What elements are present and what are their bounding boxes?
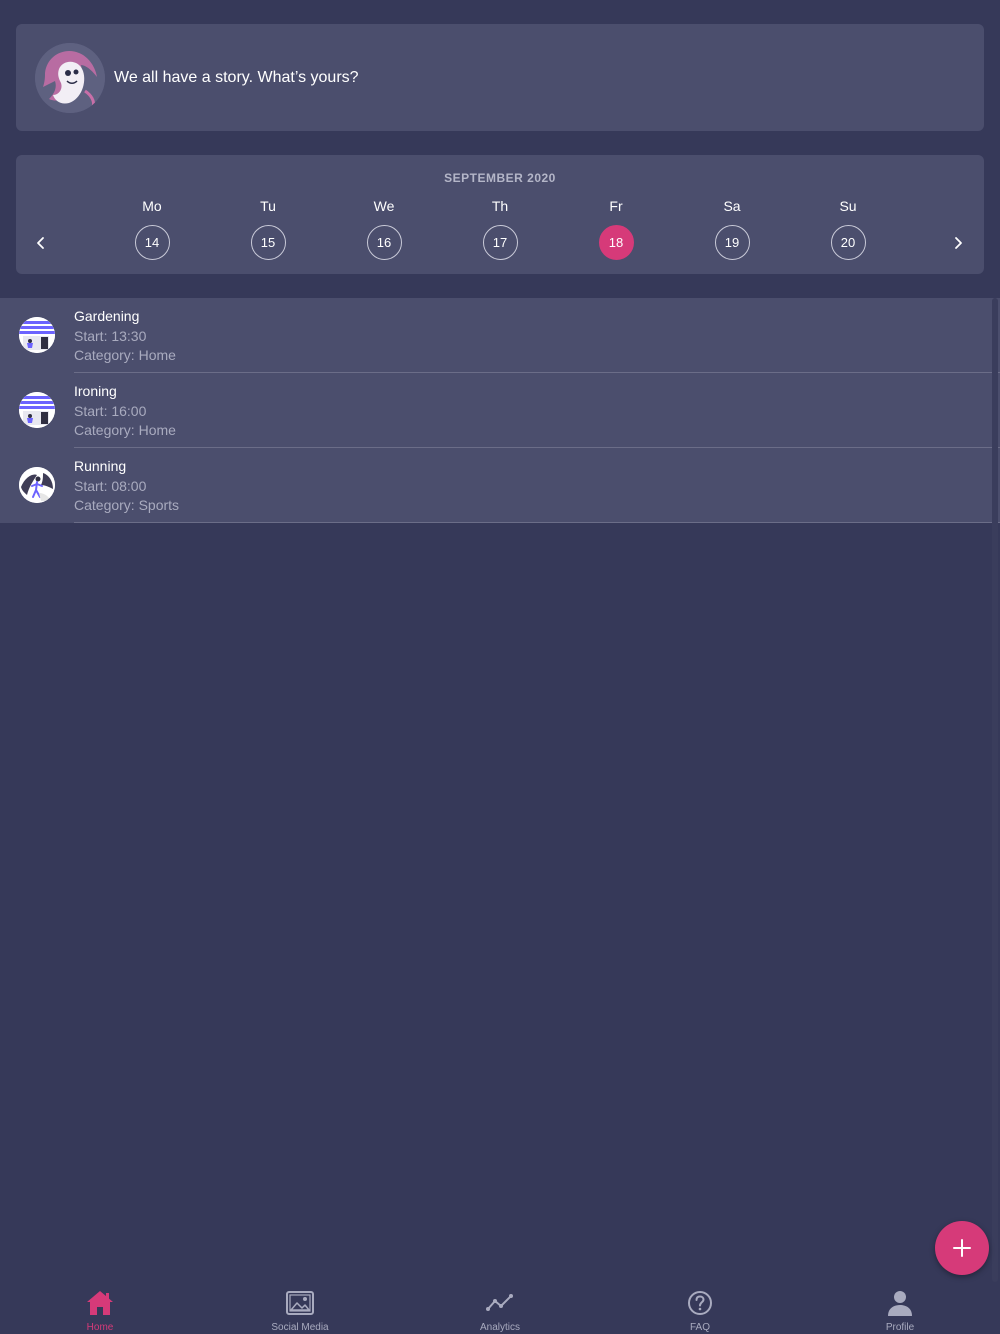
nav-label: FAQ [689,1322,710,1333]
activity-item[interactable]: Gardening Start: 13:30 Category: Home [0,298,1000,373]
chevron-left-icon [37,237,44,249]
day-number-button[interactable]: 16 [366,225,402,260]
scrollbar[interactable] [992,298,998,1282]
analytics-icon [484,1287,516,1319]
story-prompt: We all have a story. What’s yours? [114,68,359,86]
activity-name: Running [74,458,127,474]
day-column: Th 17 [470,198,530,263]
day-column: Mo 14 [122,198,182,263]
nav-label: Social Media [271,1322,329,1333]
day-column: Su 20 [818,198,878,263]
question-icon [684,1287,716,1319]
add-activity-button[interactable] [935,1221,989,1275]
activity-item[interactable]: Ironing Start: 16:00 Category: Home [0,373,1000,448]
nav-analytics[interactable]: Analytics [400,1284,600,1334]
activity-list: Gardening Start: 13:30 Category: Home Ir… [0,298,1000,523]
plus-icon [953,1239,971,1257]
day-name: Su [839,198,857,214]
nav-label: Analytics [479,1322,520,1333]
day-name: We [373,198,395,214]
day-column: Fr 18 [586,198,646,263]
activity-start: Start: 16:00 [74,403,147,419]
divider [74,522,1000,523]
week-calendar: SEPTEMBER 2020 Mo 14 Tu 15 We 16 Th 17 F… [16,155,984,274]
selected-day-button[interactable]: 18 [598,225,634,260]
activity-details: Ironing Start: 16:00 Category: Home [74,383,176,440]
day-number-button[interactable]: 19 [714,225,750,260]
activity-name: Ironing [74,383,117,399]
day-name: Sa [723,198,741,214]
nav-faq[interactable]: FAQ [600,1284,800,1334]
home-scene-icon [19,392,55,428]
activity-start: Start: 08:00 [74,478,147,494]
activity-category: Category: Home [74,422,176,438]
ghost-avatar-icon [35,42,105,113]
nav-home[interactable]: Home [0,1284,200,1334]
day-number-button[interactable]: 15 [250,225,286,260]
day-column: Sa 19 [702,198,762,263]
activity-category: Category: Sports [74,497,180,513]
activity-name: Gardening [74,308,140,324]
day-number-button[interactable]: 17 [482,225,518,260]
day-number-button[interactable]: 20 [830,225,866,260]
person-icon [884,1287,916,1319]
day-name: Th [491,198,509,214]
image-icon [284,1287,316,1319]
day-column: Tu 15 [238,198,298,263]
activity-details: Gardening Start: 13:30 Category: Home [74,308,176,365]
nav-label: Profile [885,1322,915,1333]
day-name: Tu [260,198,276,214]
previous-week-button[interactable] [29,231,53,255]
home-scene-icon [19,317,55,353]
activity-details: Running Start: 08:00 Category: Sports [74,458,179,515]
next-week-button[interactable] [946,231,970,255]
story-card[interactable]: We all have a story. What’s yours? [16,24,984,131]
activity-item[interactable]: Running Start: 08:00 Category: Sports [0,448,1000,523]
chevron-right-icon [955,237,962,249]
day-column: We 16 [354,198,414,263]
bottom-navigation: Home Social Media Analytics FAQ Profile [0,1284,1000,1334]
day-name: Fr [609,198,623,214]
month-label: SEPTEMBER 2020 [444,171,556,185]
day-number-button[interactable]: 14 [134,225,170,260]
runner-icon [19,467,55,503]
nav-profile[interactable]: Profile [800,1284,1000,1334]
nav-social-media[interactable]: Social Media [200,1284,400,1334]
activity-start: Start: 13:30 [74,328,147,344]
nav-label: Home [86,1322,114,1333]
day-name: Mo [142,198,162,214]
home-icon [84,1287,116,1319]
activity-category: Category: Home [74,347,176,363]
